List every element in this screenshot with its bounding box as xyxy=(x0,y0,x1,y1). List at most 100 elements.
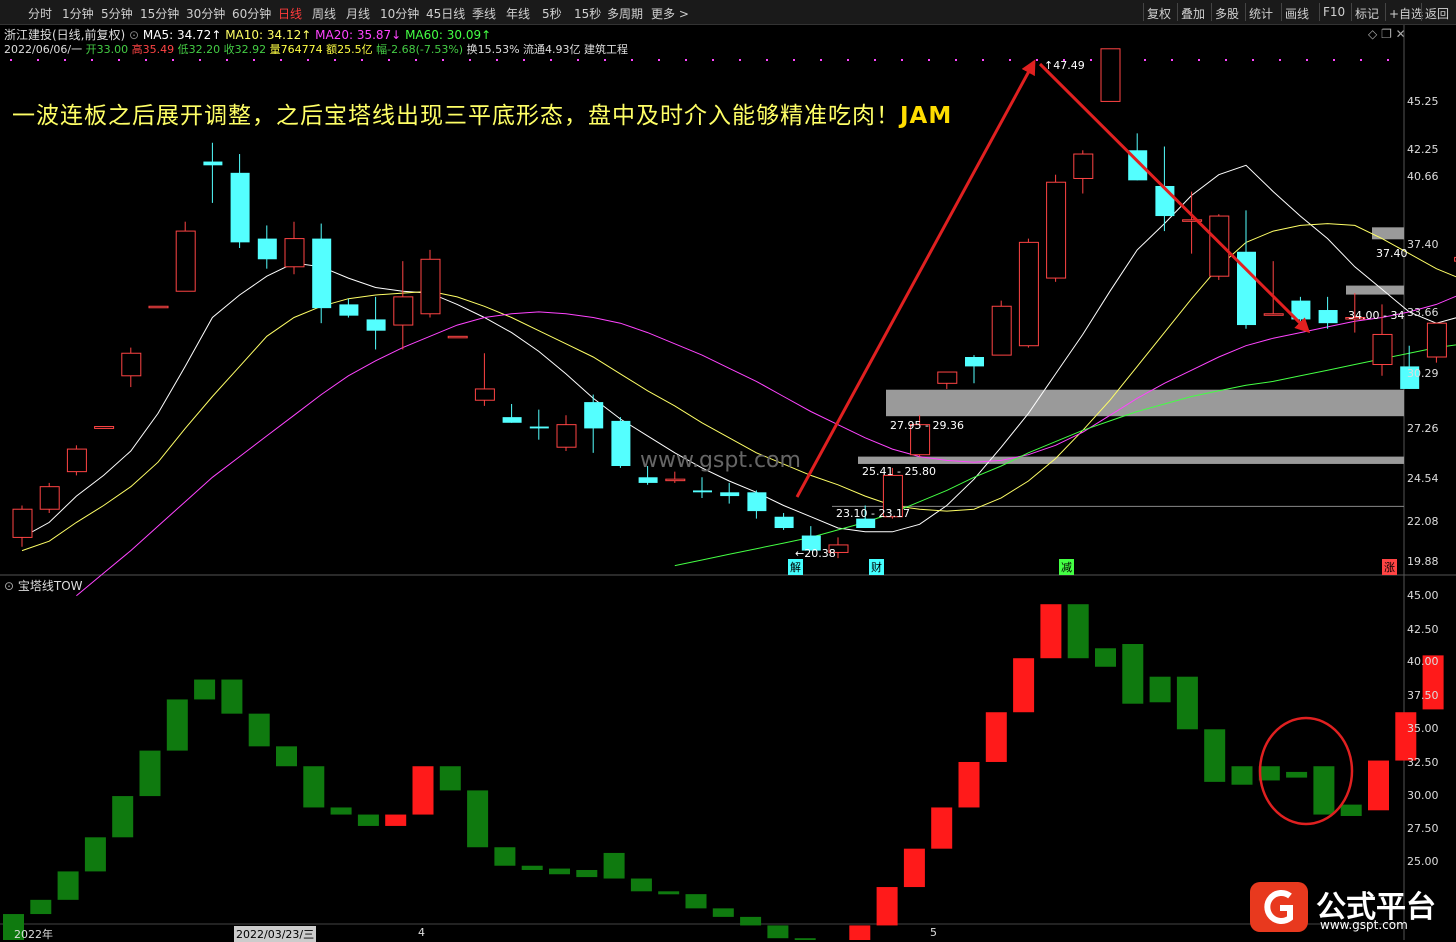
tower-block xyxy=(1067,604,1089,659)
candle-body xyxy=(203,161,223,166)
annotation-caption: 一波连板之后展开调整，之后宝塔线出现三平底形态，盘中及时介入能够精准吃肉！JAM xyxy=(12,96,952,130)
price-axis-tick: 27.26 xyxy=(1407,422,1439,435)
event-mark-2[interactable]: 减 xyxy=(1059,559,1074,575)
candle-body xyxy=(1209,215,1230,277)
tower-block xyxy=(1395,712,1417,761)
tower-block xyxy=(849,925,871,940)
tower-block xyxy=(57,871,79,900)
candle-body xyxy=(774,516,794,529)
gap-zone-2 xyxy=(858,456,1404,464)
top-dot xyxy=(118,59,120,61)
tower-block xyxy=(1258,766,1280,781)
ma-line-ma20 xyxy=(76,295,1456,597)
candle-body xyxy=(584,402,604,429)
tower-block xyxy=(194,679,216,700)
sub-panel-title: ⊙ 宝塔线TOW xyxy=(4,577,83,594)
top-dot xyxy=(1279,59,1281,61)
gap-zone-r1 xyxy=(1372,227,1404,240)
top-dot xyxy=(982,59,984,61)
tower-block xyxy=(1176,676,1198,730)
event-mark-1[interactable]: 财 xyxy=(869,559,884,575)
tower-block xyxy=(876,887,898,926)
collapse-icon[interactable]: ⊙ xyxy=(4,579,14,593)
tower-block xyxy=(740,916,762,926)
tower-block xyxy=(467,790,489,848)
candle-body xyxy=(1073,153,1094,179)
top-dot xyxy=(1144,59,1146,61)
event-mark-0[interactable]: 解 xyxy=(788,559,803,575)
tower-axis-tick: 42.50 xyxy=(1407,623,1439,636)
top-dot xyxy=(1198,59,1200,61)
date-label-2: 4 xyxy=(418,926,425,939)
event-mark-3[interactable]: 涨 xyxy=(1382,559,1397,575)
tower-block xyxy=(1286,771,1308,778)
top-dot xyxy=(847,59,849,61)
tower-block xyxy=(1013,658,1035,713)
top-dot xyxy=(253,59,255,61)
candle-body xyxy=(339,304,359,316)
tower-block xyxy=(1368,760,1389,811)
top-dot xyxy=(577,59,579,61)
tower-axis-tick: 27.50 xyxy=(1407,822,1439,835)
candle-body xyxy=(856,518,876,529)
tower-block xyxy=(549,868,570,875)
tower-block xyxy=(985,712,1007,762)
top-dot xyxy=(1036,59,1038,61)
tower-block xyxy=(1340,804,1362,816)
top-dot xyxy=(550,59,552,61)
tower-block xyxy=(1040,604,1062,659)
price-tag-right2: 34.00 - 34 xyxy=(1348,309,1405,322)
top-dot xyxy=(1225,59,1227,61)
top-dot xyxy=(64,59,66,61)
top-dot xyxy=(199,59,201,61)
candle-body xyxy=(284,238,305,268)
date-label-3: 5 xyxy=(930,926,937,939)
price-axis-tick: 24.54 xyxy=(1407,472,1439,485)
candle-body xyxy=(693,490,712,493)
candle-body xyxy=(94,426,115,429)
price-axis-tick: 30.29 xyxy=(1407,367,1439,380)
top-dot xyxy=(37,59,39,61)
top-dot xyxy=(1009,59,1011,61)
logo-url: www.gspt.com xyxy=(1320,918,1408,932)
top-dot xyxy=(820,59,822,61)
price-axis-tick: 40.66 xyxy=(1407,170,1439,183)
candle-body xyxy=(1426,322,1447,358)
top-dot xyxy=(766,59,768,61)
tower-block xyxy=(630,878,652,892)
tower-axis-tick: 37.50 xyxy=(1407,689,1439,702)
tower-axis-tick: 25.00 xyxy=(1407,855,1439,868)
top-dot xyxy=(10,59,12,61)
candle-body xyxy=(747,492,767,512)
top-dot xyxy=(307,59,309,61)
top-dot xyxy=(415,59,417,61)
top-dot xyxy=(604,59,606,61)
candle-body xyxy=(638,477,658,483)
top-dot xyxy=(658,59,660,61)
price-tag-right1: 37.40 xyxy=(1376,247,1408,260)
price-axis-tick: 33.66 xyxy=(1407,306,1439,319)
top-dot xyxy=(442,59,444,61)
trend-arrow-down xyxy=(1038,62,1311,334)
tower-block xyxy=(139,750,161,797)
top-dot xyxy=(739,59,741,61)
price-tag-zone2: 25.41 - 25.80 xyxy=(862,465,936,478)
tower-indicator-name[interactable]: 宝塔线TOW xyxy=(18,579,83,593)
tower-block xyxy=(658,891,680,895)
tower-block xyxy=(30,899,52,915)
tower-block xyxy=(221,679,243,714)
candle-body xyxy=(991,305,1012,356)
top-dot xyxy=(361,59,363,61)
candle-body xyxy=(366,319,386,331)
tower-block xyxy=(903,848,925,888)
candle-body xyxy=(148,305,169,309)
tower-block xyxy=(112,796,134,838)
price-tag-zone1: 27.95 - 29.36 xyxy=(890,419,964,432)
tower-block xyxy=(439,766,461,791)
tower-block xyxy=(1204,729,1226,782)
top-dot xyxy=(712,59,714,61)
candle-body xyxy=(1372,333,1393,366)
tower-block xyxy=(712,908,734,917)
tower-block xyxy=(412,766,434,815)
candle-body xyxy=(257,238,277,260)
